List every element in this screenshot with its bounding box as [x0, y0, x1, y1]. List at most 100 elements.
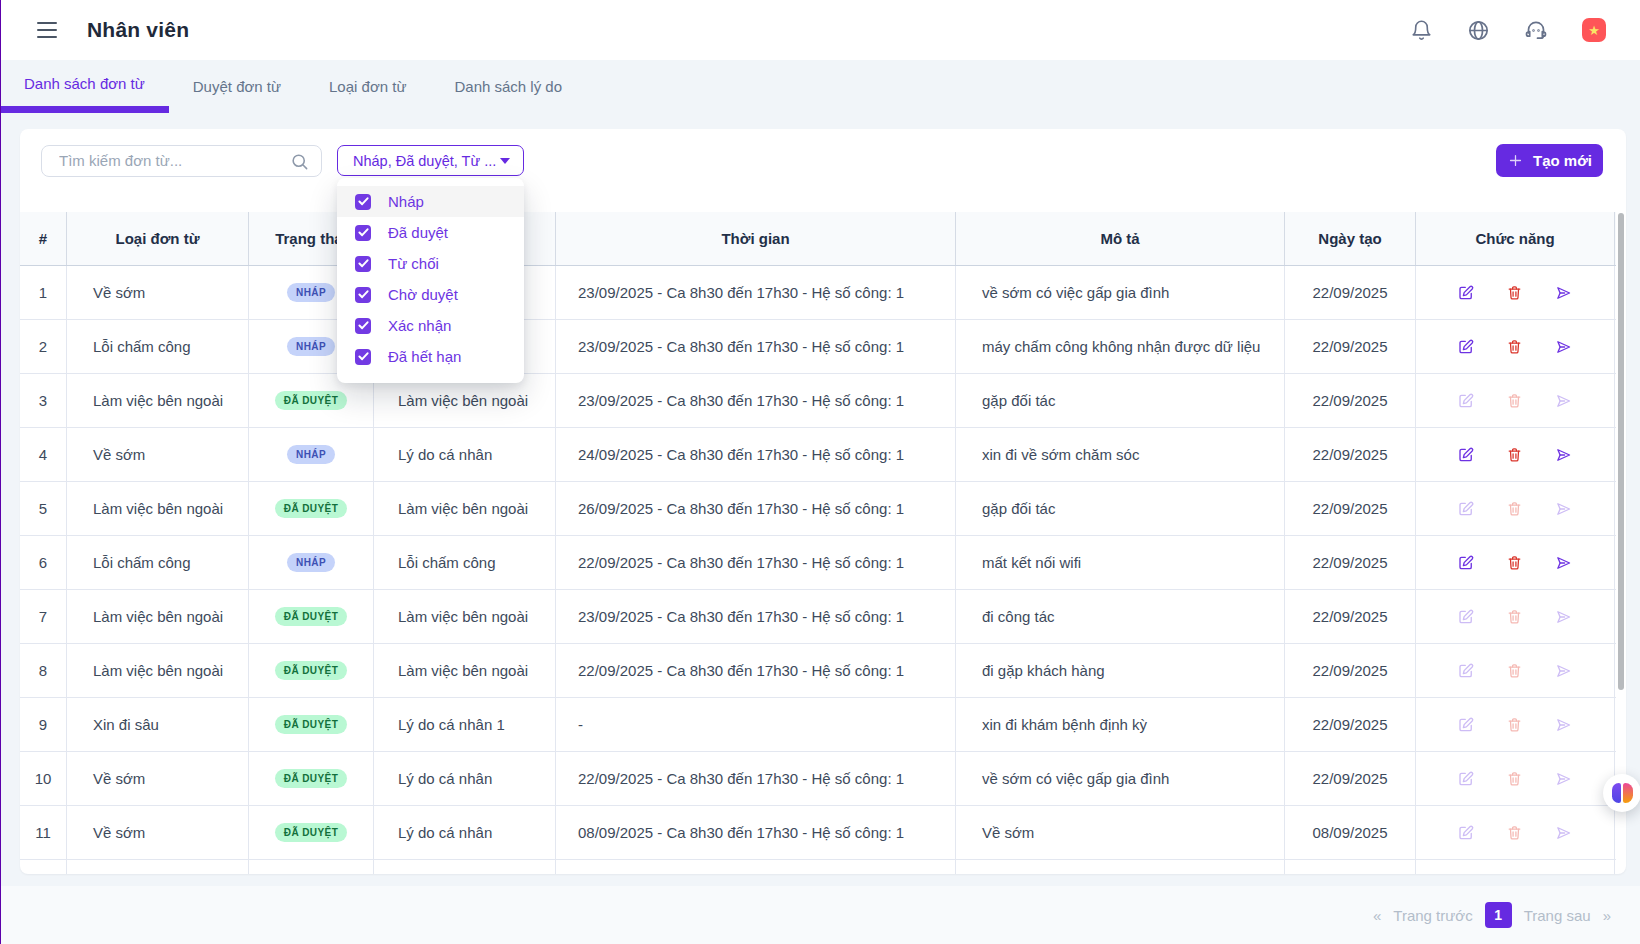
next-page-arrow[interactable]: » [1603, 907, 1611, 924]
checkbox-checked-icon[interactable] [355, 194, 371, 210]
empty-cell [249, 860, 374, 874]
request-type: Làm việc bên ngoài [67, 590, 249, 643]
edit-icon[interactable] [1457, 824, 1475, 842]
status-cell: ĐÃ DUYỆT [249, 806, 374, 859]
table-row: 1Về sớmNHÁP23/09/2025 - Ca 8h30 đến 17h3… [20, 266, 1616, 320]
send-icon[interactable] [1554, 770, 1573, 788]
tab-2[interactable]: Duyệt đơn từ [169, 60, 305, 113]
edit-icon[interactable] [1457, 338, 1475, 356]
time-cell: 24/09/2025 - Ca 8h30 đến 17h30 - Hệ số c… [556, 428, 956, 481]
checkbox-checked-icon[interactable] [355, 318, 371, 334]
edit-icon[interactable] [1457, 716, 1475, 734]
delete-icon[interactable] [1506, 716, 1523, 734]
status-cell: NHÁP [249, 536, 374, 589]
language-globe-icon[interactable] [1467, 19, 1490, 42]
delete-icon[interactable] [1506, 608, 1523, 626]
delete-icon[interactable] [1506, 284, 1523, 302]
delete-icon[interactable] [1506, 770, 1523, 788]
delete-icon[interactable] [1506, 338, 1523, 356]
send-icon[interactable] [1554, 338, 1573, 356]
request-type: Về sớm [67, 428, 249, 481]
edit-icon[interactable] [1457, 608, 1475, 626]
next-page-button[interactable]: Trang sau [1524, 907, 1591, 924]
edit-icon[interactable] [1457, 554, 1475, 572]
tab-3[interactable]: Loại đơn từ [305, 60, 430, 113]
delete-icon[interactable] [1506, 500, 1523, 518]
edit-icon[interactable] [1457, 446, 1475, 464]
time-cell: 08/09/2025 - Ca 8h30 đến 17h30 - Hệ số c… [556, 806, 956, 859]
edit-icon[interactable] [1457, 284, 1475, 302]
description-cell: xin đi về sớm chăm sóc [956, 428, 1285, 481]
table-scrollbar[interactable] [1618, 213, 1624, 690]
status-badge: ĐÃ DUYỆT [275, 823, 347, 842]
filter-option[interactable]: Đã duyệt [337, 217, 524, 248]
search-input[interactable] [41, 145, 322, 177]
filter-option[interactable]: Từ chối [337, 248, 524, 279]
checkbox-checked-icon[interactable] [355, 256, 371, 272]
support-headset-icon[interactable] [1524, 18, 1548, 42]
filter-option[interactable]: Đã hết hạn [337, 341, 524, 372]
created-date-cell: 22/09/2025 [1285, 266, 1416, 319]
current-page-button[interactable]: 1 [1485, 902, 1512, 928]
description-cell: xin đi khám bệnh định kỳ [956, 698, 1285, 751]
time-cell: 26/09/2025 - Ca 8h30 đến 17h30 - Hệ số c… [556, 482, 956, 535]
column-header: # [20, 212, 67, 265]
table-body: 1Về sớmNHÁP23/09/2025 - Ca 8h30 đến 17h3… [20, 266, 1616, 874]
send-icon[interactable] [1554, 824, 1573, 842]
column-header: Mô tả [956, 212, 1285, 265]
delete-icon[interactable] [1506, 662, 1523, 680]
tab-1[interactable]: Danh sách đơn từ [0, 60, 169, 113]
reason-cell: Lý do cá nhân 1 [374, 698, 556, 751]
status-cell: ĐÃ DUYỆT [249, 644, 374, 697]
status-badge: NHÁP [287, 337, 335, 356]
status-cell: ĐÃ DUYỆT [249, 482, 374, 535]
ai-assistant-button[interactable] [1603, 774, 1640, 812]
filter-option-label: Đã duyệt [388, 224, 448, 241]
filter-option[interactable]: Nháp [337, 186, 524, 217]
tab-4[interactable]: Danh sách lý do [430, 60, 586, 113]
filter-option[interactable]: Xác nhận [337, 310, 524, 341]
send-icon[interactable] [1554, 608, 1573, 626]
tab-bar: Danh sách đơn từDuyệt đơn từLoại đơn từD… [0, 60, 1640, 113]
edit-icon[interactable] [1457, 392, 1475, 410]
checkbox-checked-icon[interactable] [355, 287, 371, 303]
prev-page-button[interactable]: Trang trước [1393, 907, 1472, 924]
column-header: Thời gian [556, 212, 956, 265]
actions-cell [1416, 428, 1615, 481]
delete-icon[interactable] [1506, 554, 1523, 572]
time-cell: 23/09/2025 - Ca 8h30 đến 17h30 - Hệ số c… [556, 590, 956, 643]
edit-icon[interactable] [1457, 500, 1475, 518]
hamburger-menu-icon[interactable] [37, 22, 57, 38]
column-header: Chức năng [1416, 212, 1615, 265]
prev-page-arrow[interactable]: « [1373, 907, 1381, 924]
edit-icon[interactable] [1457, 770, 1475, 788]
request-type: Lỗi chấm công [67, 320, 249, 373]
status-filter-select[interactable]: Nháp, Đã duyệt, Từ ... [337, 145, 524, 176]
notifications-bell-icon[interactable] [1410, 19, 1433, 42]
description-cell: mất kết nối wifi [956, 536, 1285, 589]
send-icon[interactable] [1554, 392, 1573, 410]
user-avatar[interactable]: ★ [1582, 18, 1606, 42]
row-index: 9 [20, 698, 67, 751]
send-icon[interactable] [1554, 716, 1573, 734]
send-icon[interactable] [1554, 662, 1573, 680]
send-icon[interactable] [1554, 446, 1573, 464]
checkbox-checked-icon[interactable] [355, 225, 371, 241]
request-type: Về sớm [67, 752, 249, 805]
delete-icon[interactable] [1506, 824, 1523, 842]
filter-option[interactable]: Chờ duyệt [337, 279, 524, 310]
status-cell: NHÁP [249, 428, 374, 481]
description-cell: gặp đối tác [956, 374, 1285, 427]
send-icon[interactable] [1554, 284, 1573, 302]
send-icon[interactable] [1554, 554, 1573, 572]
created-date-cell: 22/09/2025 [1285, 644, 1416, 697]
create-button-label: Tạo mới [1533, 152, 1592, 169]
row-index: 10 [20, 752, 67, 805]
status-badge: NHÁP [287, 553, 335, 572]
delete-icon[interactable] [1506, 392, 1523, 410]
create-button[interactable]: Tạo mới [1496, 144, 1603, 177]
send-icon[interactable] [1554, 500, 1573, 518]
checkbox-checked-icon[interactable] [355, 349, 371, 365]
delete-icon[interactable] [1506, 446, 1523, 464]
edit-icon[interactable] [1457, 662, 1475, 680]
